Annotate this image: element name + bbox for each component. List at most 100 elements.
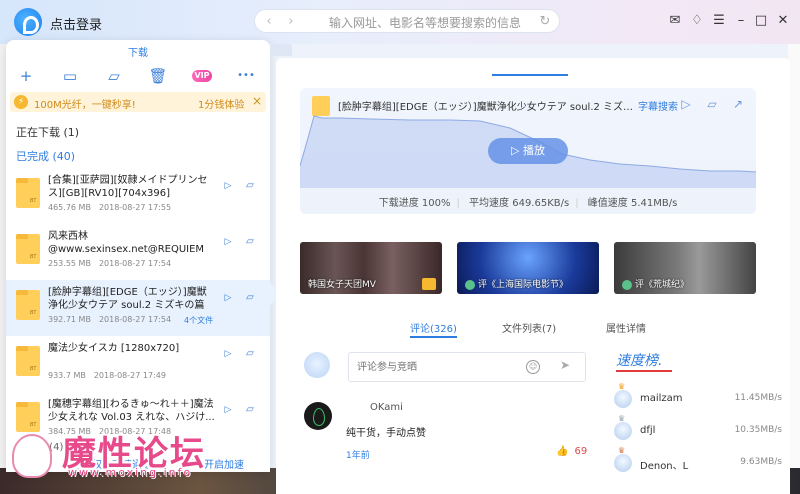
- file-name: [脸肿字幕组][EDGE（エッジ）]魔獣浄化少女ウテア soul.2 ミズキの篇: [48, 287, 207, 311]
- bt-file-icon: [16, 346, 40, 376]
- recommend-card[interactable]: 评《荒城纪》: [614, 242, 756, 294]
- tab-properties[interactable]: 属性详情: [606, 320, 646, 335]
- maximize-icon[interactable]: □: [752, 12, 770, 30]
- bt-file-icon: [16, 178, 40, 208]
- user-avatar: [614, 390, 632, 408]
- file-item[interactable]: 魔法少女イスカ [1280x720] 933.7 MB 2018-08-27 17…: [6, 336, 270, 392]
- like-button[interactable]: 👍 69: [556, 446, 587, 457]
- promo-text: 100M光纤，一键秒享!: [34, 100, 136, 111]
- file-meta: 392.71 MB 2018-08-27 17:54: [48, 315, 171, 324]
- comment-text: 纯干货，手动点赞: [346, 428, 426, 439]
- more-icon[interactable]: •••: [236, 66, 256, 86]
- file-item-selected[interactable]: [脸肿字幕组][EDGE（エッジ）]魔獣浄化少女ウテア soul.2 ミズキの篇…: [6, 280, 270, 336]
- recommend-card[interactable]: 韩国女子天团MV: [300, 242, 442, 294]
- play-icon[interactable]: ▷: [222, 292, 234, 304]
- bt-file-icon: [16, 234, 40, 264]
- speed-leaderboard: 速度榜. ♛ mailzam 11.45MB/s ♛ dfjl 10.35MB/…: [612, 350, 782, 490]
- shirt-icon[interactable]: ♢: [688, 12, 706, 30]
- bt-file-icon: [16, 290, 40, 320]
- tab-file-list[interactable]: 文件列表(7): [502, 320, 556, 335]
- chart-badge-icon: [422, 278, 436, 290]
- tab-comments[interactable]: 评论(326): [410, 320, 457, 338]
- recommend-caption-text: 评《上海国际电影节》: [478, 280, 569, 290]
- add-task-icon[interactable]: +: [16, 66, 36, 86]
- promo-close-icon[interactable]: ×: [252, 94, 262, 108]
- download-toolbar: + ▭ ▱ 🗑 VIP •••: [6, 66, 270, 86]
- app-logo-icon: [14, 8, 42, 36]
- emoji-icon[interactable]: ☺: [526, 360, 540, 374]
- play-icon[interactable]: ▷: [222, 348, 234, 360]
- downloading-section[interactable]: 正在下载 (1): [16, 124, 79, 140]
- user-avatar: [304, 352, 330, 378]
- open-folder-icon[interactable]: ▱: [244, 180, 256, 192]
- play-icon[interactable]: ▷: [222, 404, 234, 416]
- active-indicator: [492, 74, 568, 76]
- promo-trial-button[interactable]: 1分钱体验: [198, 96, 244, 111]
- crown-icon: ♛: [618, 414, 626, 423]
- panel-title: 下载: [128, 48, 148, 59]
- reviewer-icon: [465, 279, 475, 290]
- leader-speed: 11.45MB/s: [734, 393, 782, 403]
- file-meta: 253.55 MB 2018-08-27 17:54: [48, 259, 171, 268]
- open-folder-icon[interactable]: ▱: [244, 236, 256, 248]
- commenter-name[interactable]: OKami: [370, 402, 403, 413]
- file-icon[interactable]: ▭: [60, 66, 80, 86]
- leaderboard-row[interactable]: ♛ Denon、L 9.63MB/s: [612, 446, 782, 478]
- minimize-icon[interactable]: –: [732, 12, 750, 30]
- address-placeholder: 输入网址、电影名等想要搜索的信息: [329, 16, 522, 30]
- file-size: 253.55 MB: [48, 259, 91, 268]
- title-bar: 点击登录 ‹ › 输入网址、电影名等想要搜索的信息 ↻ ✉ ♢ ☰ – □ ✕: [0, 0, 800, 44]
- forward-arrow-icon[interactable]: ›: [283, 14, 299, 30]
- leader-speed: 9.63MB/s: [740, 457, 782, 467]
- speed-board-title: 速度榜.: [616, 350, 674, 372]
- file-size: 465.76 MB: [48, 203, 91, 212]
- close-icon[interactable]: ✕: [774, 12, 792, 30]
- leaderboard-row[interactable]: ♛ mailzam 11.45MB/s: [612, 382, 782, 414]
- play-icon[interactable]: ▷: [222, 180, 234, 192]
- open-folder-icon[interactable]: ▱: [244, 348, 256, 360]
- play-button-label: 播放: [522, 144, 545, 157]
- thunder-window: 点击登录 ‹ › 输入网址、电影名等想要搜索的信息 ↻ ✉ ♢ ☰ – □ ✕ …: [0, 0, 800, 494]
- file-item[interactable]: [合集][亚萨园][奴隷メイドプリンセス][GB][RV10][704x396]…: [6, 168, 270, 224]
- reviewer-icon: [622, 279, 632, 290]
- file-date: 2018-08-27 17:54: [98, 315, 172, 324]
- promo-banner: ⚡ 100M光纤，一键秒享! 1分钱体验 ×: [10, 92, 266, 112]
- menu-icon[interactable]: ☰: [710, 12, 728, 30]
- peak-speed-text: 峰值速度 5.41MB/s: [587, 198, 678, 209]
- file-meta: 933.7 MB 2018-08-27 17:49: [48, 371, 166, 380]
- file-item[interactable]: 风来西林@www.sexinsex.net@REQUIEM 253.55 MB2…: [6, 224, 270, 280]
- file-name: 魔法少女イスカ [1280x720]: [48, 343, 180, 354]
- folder-icon[interactable]: ▱: [104, 66, 124, 86]
- send-icon[interactable]: ➤: [560, 358, 576, 374]
- detail-panel: [脸肿字幕组][EDGE（エッジ）]魔獣浄化少女ウテア soul.2 ミズキの.…: [276, 58, 790, 494]
- detail-tabs: 评论(326) 文件列表(7) 属性详情: [276, 320, 790, 338]
- speed-icon: ⚡: [14, 95, 28, 109]
- browser-tab[interactable]: [270, 44, 292, 56]
- progress-text: 下载进度 100%: [378, 198, 451, 209]
- commenter-avatar[interactable]: [304, 402, 332, 430]
- mail-icon[interactable]: ✉: [666, 12, 684, 30]
- leaderboard-row[interactable]: ♛ dfjl 10.35MB/s: [612, 414, 782, 446]
- address-bar[interactable]: ‹ › 输入网址、电影名等想要搜索的信息 ↻: [254, 9, 560, 33]
- play-icon[interactable]: ▷: [222, 236, 234, 248]
- open-folder-icon[interactable]: ▱: [244, 404, 256, 416]
- like-count: 69: [574, 446, 588, 457]
- completed-section[interactable]: 已完成 (40): [16, 148, 75, 164]
- trash-icon[interactable]: 🗑: [148, 66, 168, 86]
- vip-badge[interactable]: VIP: [192, 70, 212, 82]
- file-name: [合集][亚萨园][奴隷メイドプリンセス][GB][RV10][704x396]: [48, 175, 208, 199]
- login-link[interactable]: 点击登录: [50, 14, 102, 33]
- avg-speed-text: 平均速度 649.65KB/s: [469, 198, 570, 209]
- crown-icon: ♛: [618, 382, 626, 391]
- recommend-caption: 评《荒城纪》: [622, 277, 689, 290]
- recommend-card[interactable]: 评《上海国际电影节》: [457, 242, 599, 294]
- open-folder-icon[interactable]: ▱: [244, 292, 256, 304]
- file-name: 风来西林@www.sexinsex.net@REQUIEM: [48, 231, 205, 255]
- file-size: 392.71 MB: [48, 315, 91, 324]
- back-arrow-icon[interactable]: ‹: [261, 14, 277, 30]
- download-panel: 下载 + ▭ ▱ 🗑 VIP ••• ⚡ 100M光纤，一键秒享! 1分钱体验 …: [6, 40, 270, 472]
- refresh-icon[interactable]: ↻: [537, 14, 553, 30]
- play-button[interactable]: ▷ 播放: [488, 138, 568, 164]
- user-avatar: [614, 422, 632, 440]
- comment-input[interactable]: [348, 352, 586, 382]
